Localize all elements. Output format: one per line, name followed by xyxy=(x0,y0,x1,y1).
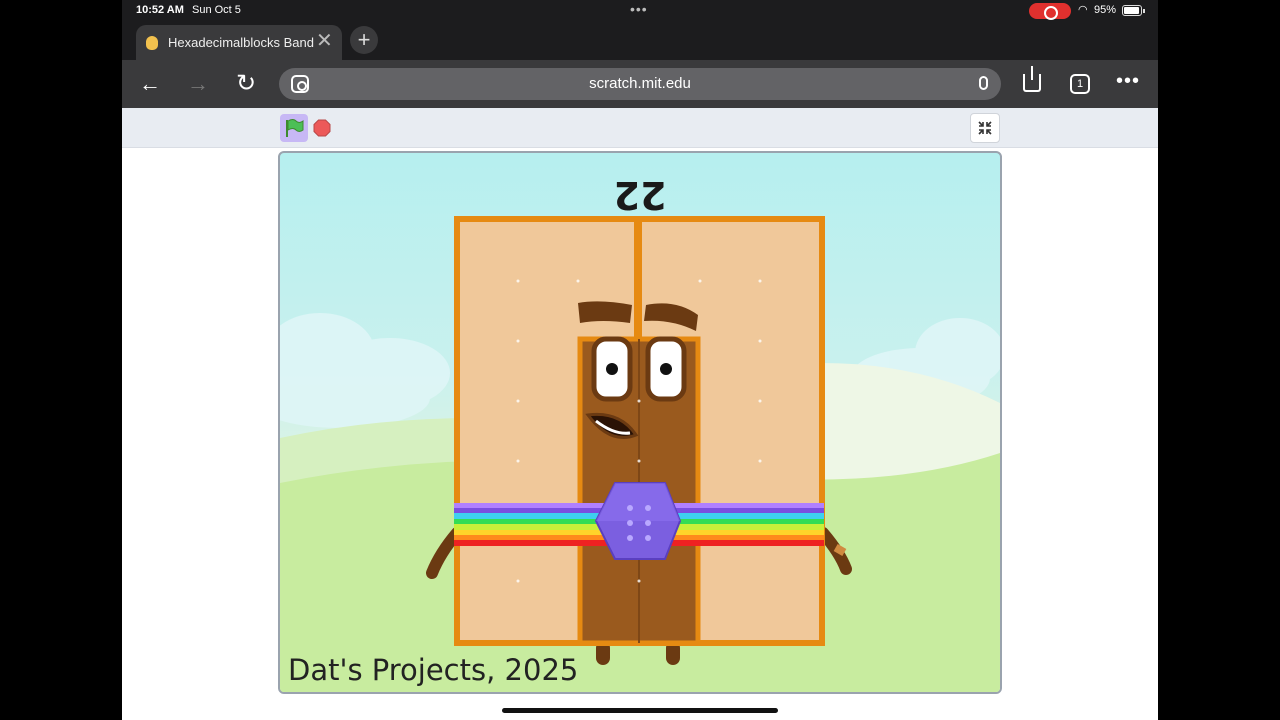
url-text: scratch.mit.edu xyxy=(589,75,691,92)
status-bar: 10:52 AM Sun Oct 5 ••• ◠ 95% xyxy=(122,0,1158,22)
wifi-icon: ◠ xyxy=(1078,4,1088,16)
tab-bar: Hexadecimalblocks Band ✕ + xyxy=(122,22,1158,60)
address-bar[interactable]: scratch.mit.edu xyxy=(279,68,1001,100)
reload-button[interactable]: ↻ xyxy=(231,70,261,98)
green-flag-icon xyxy=(286,119,304,137)
stop-icon[interactable] xyxy=(313,119,331,137)
green-flag-button[interactable] xyxy=(280,114,308,142)
favicon-icon xyxy=(146,36,158,50)
home-indicator[interactable] xyxy=(502,708,778,713)
scratch-controls xyxy=(122,108,1158,148)
tab-switcher-button[interactable]: 1 xyxy=(1070,74,1090,94)
back-button[interactable]: ← xyxy=(135,70,165,98)
project-stage[interactable]: 22 Dat's Projects, 2025 xyxy=(278,151,1002,694)
ipad-screen: 10:52 AM Sun Oct 5 ••• ◠ 95% Hexadecimal… xyxy=(122,0,1158,720)
project-credit: Dat's Projects, 2025 xyxy=(288,653,579,687)
status-date: Sun Oct 5 xyxy=(192,4,241,16)
new-tab-button[interactable]: + xyxy=(350,26,378,54)
more-options-icon[interactable]: ••• xyxy=(1116,70,1140,93)
status-time: 10:52 AM xyxy=(136,4,184,16)
forward-button[interactable]: → xyxy=(183,70,213,98)
stage-scene xyxy=(280,216,1000,692)
browser-toolbar: ← → ↻ scratch.mit.edu 1 ••• xyxy=(122,60,1158,108)
multitasking-dots-icon[interactable]: ••• xyxy=(630,1,648,17)
close-tab-icon[interactable]: ✕ xyxy=(316,30,333,52)
battery-icon xyxy=(1122,5,1145,16)
share-icon[interactable] xyxy=(1023,66,1041,92)
numberblock-character xyxy=(426,216,852,665)
mic-icon[interactable] xyxy=(979,76,988,90)
tab-title: Hexadecimalblocks Band xyxy=(168,35,314,50)
fullscreen-exit-icon xyxy=(978,121,992,135)
battery-percent: 95% xyxy=(1094,4,1117,16)
fullscreen-exit-button[interactable] xyxy=(970,113,1000,143)
browser-tab[interactable]: Hexadecimalblocks Band ✕ xyxy=(136,25,342,60)
block-number-label: 22 xyxy=(613,173,667,217)
record-icon[interactable] xyxy=(1029,3,1071,20)
